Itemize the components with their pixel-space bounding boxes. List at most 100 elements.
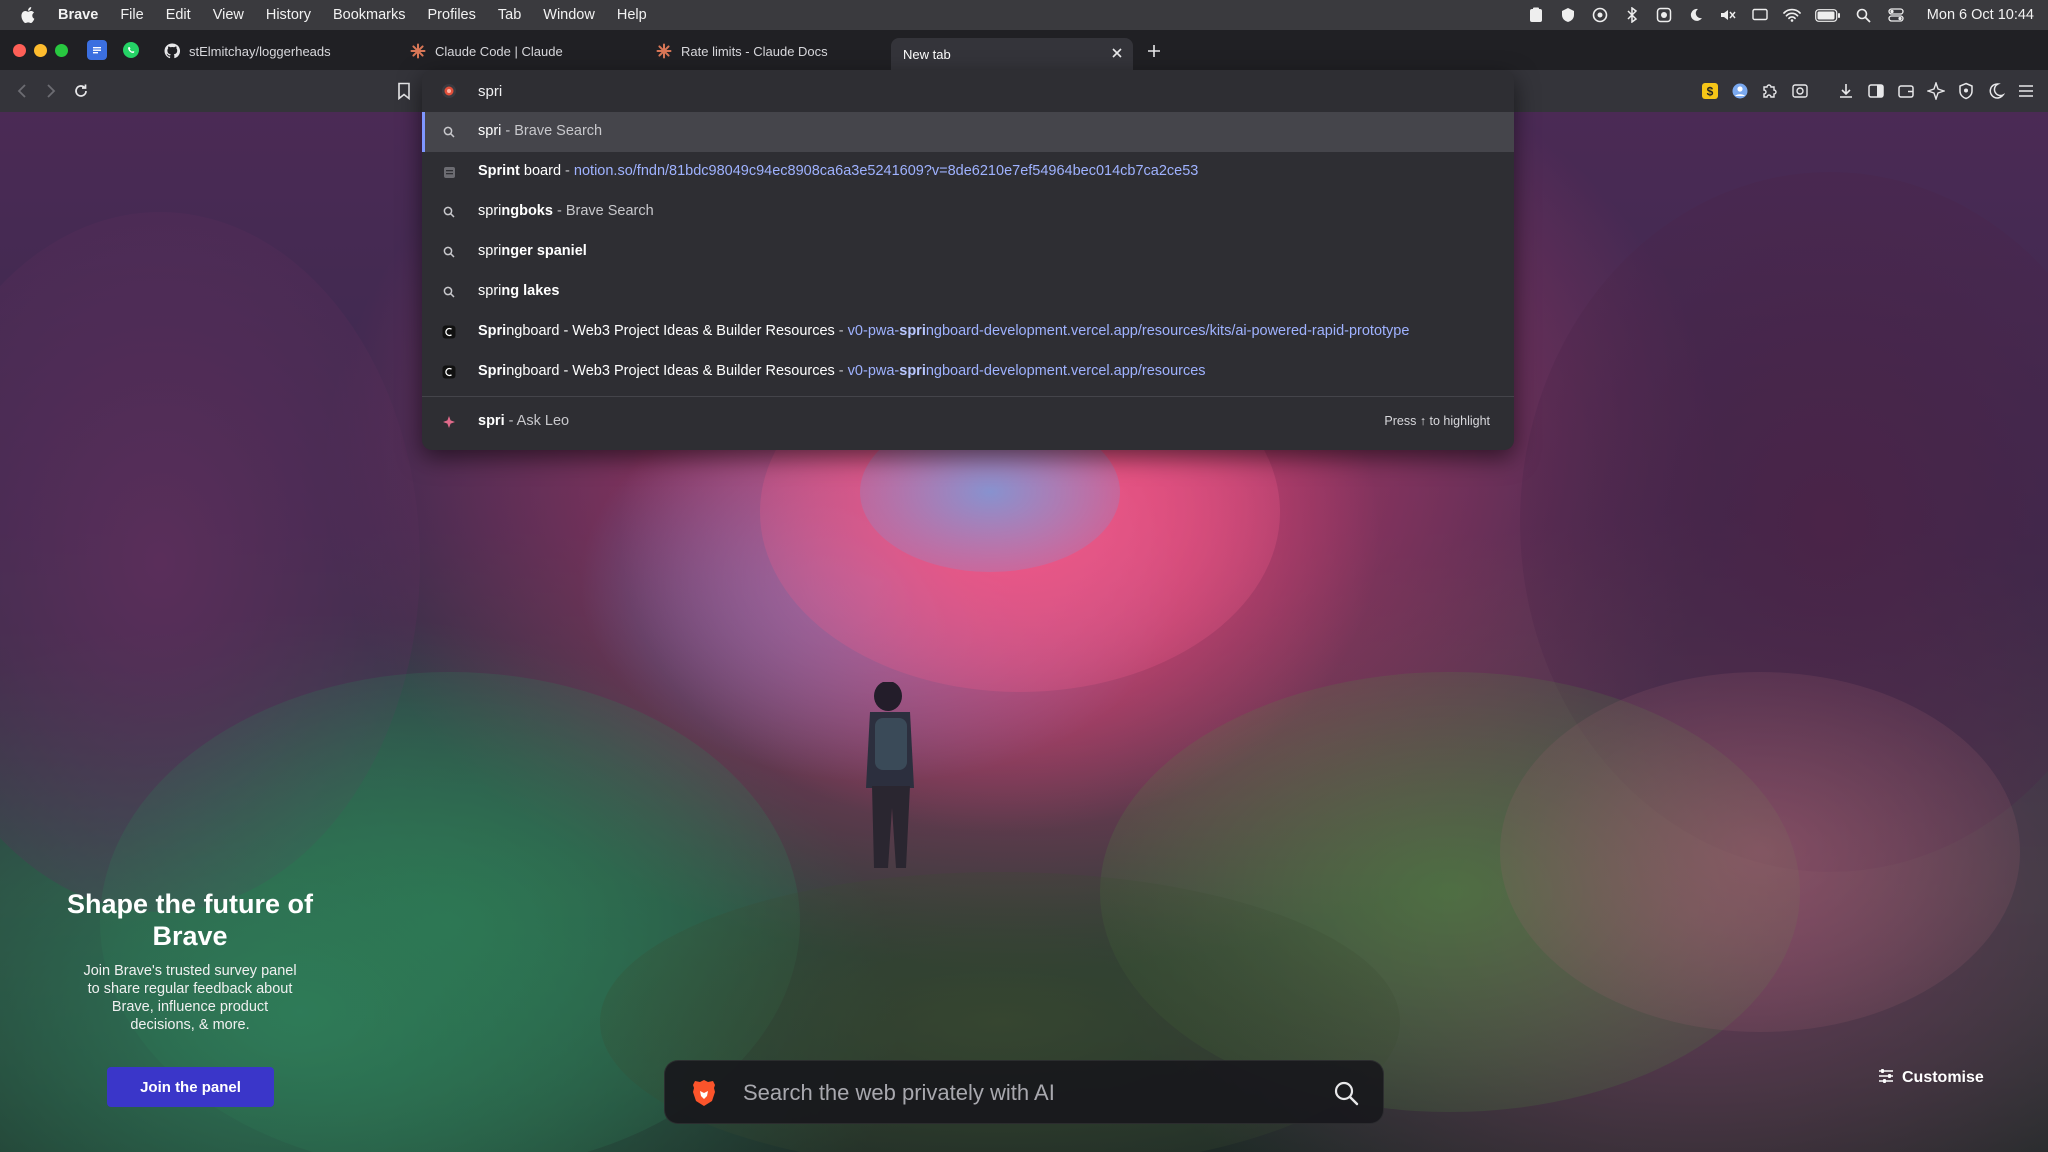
leo-ai-icon[interactable]: [1926, 81, 1946, 101]
suggestion-row[interactable]: Springboard - Web3 Project Ideas & Build…: [422, 312, 1514, 352]
battery-icon[interactable]: [1814, 6, 1841, 24]
new-tab-plus-icon[interactable]: [1143, 40, 1165, 62]
survey-promo-card: Shape the future of Brave Join Brave's t…: [60, 888, 320, 1034]
suggestion-url-match: spri: [899, 323, 926, 339]
zoom-window-button[interactable]: [55, 44, 68, 57]
suggestion-source: - Brave Search: [552, 203, 654, 219]
omnibox-dropdown: spri - Brave Search Sprint board - notio…: [422, 70, 1514, 450]
tab-label: Rate limits - Claude Docs: [681, 43, 828, 59]
suggestion-title-match: Sprint: [478, 163, 520, 179]
extensions-puzzle-icon[interactable]: [1760, 81, 1780, 101]
suggestion-title: ngboard - Web3 Project Ideas & Builder R…: [506, 363, 835, 379]
suggestion-title-match: Spri: [478, 323, 507, 339]
menu-edit[interactable]: Edit: [166, 7, 191, 23]
suggestion-separator: -: [561, 163, 574, 179]
night-mode-icon[interactable]: [1986, 81, 2006, 101]
menu-file[interactable]: File: [120, 7, 143, 23]
ai-search-input[interactable]: [743, 1078, 1303, 1108]
forward-arrow-icon[interactable]: [41, 81, 61, 101]
reload-icon[interactable]: [71, 81, 91, 101]
vpn-icon[interactable]: [1559, 6, 1577, 24]
menu-profiles[interactable]: Profiles: [428, 7, 476, 23]
focus-moon-icon[interactable]: [1687, 6, 1705, 24]
menu-app-brave[interactable]: Brave: [58, 7, 98, 23]
promo-body: Join Brave's trusted survey panel to sha…: [83, 963, 297, 1033]
profile-extension-icon[interactable]: [1730, 81, 1750, 101]
close-window-button[interactable]: [13, 44, 26, 57]
search-icon: [441, 204, 457, 220]
menu-history[interactable]: History: [266, 7, 311, 23]
screen-record-icon[interactable]: [1655, 6, 1673, 24]
vercel-icon: [441, 324, 457, 340]
mute-icon[interactable]: [1719, 6, 1737, 24]
brave-shields-icon[interactable]: [1956, 81, 1976, 101]
suggestion-url-rest: ngboard-development.vercel.app/resources: [925, 363, 1206, 379]
suggestion-separator: -: [834, 323, 848, 339]
tab-strip: stElmitchay/loggerheads Claude Code | Cl…: [0, 30, 2048, 70]
hamburger-menu-icon[interactable]: [2016, 81, 2036, 101]
wallet-icon[interactable]: [1896, 81, 1916, 101]
suggestion-row[interactable]: spring lakes: [422, 272, 1514, 312]
suggestion-url-match: spri: [899, 363, 926, 379]
sliders-icon: [1878, 1068, 1894, 1089]
sidebar-toggle-icon[interactable]: [1866, 81, 1886, 101]
suggestion-row[interactable]: spri - Brave Search: [422, 112, 1514, 152]
suggestion-row[interactable]: springboks - Brave Search: [422, 192, 1514, 232]
back-arrow-icon[interactable]: [12, 81, 32, 101]
menu-tab[interactable]: Tab: [498, 7, 521, 23]
suggestion-divider: [422, 396, 1514, 397]
menu-view[interactable]: View: [213, 7, 244, 23]
claude-icon: [656, 43, 672, 59]
suggestion-row[interactable]: springer spaniel: [422, 232, 1514, 272]
clipboard-icon[interactable]: [1527, 6, 1545, 24]
tab-github[interactable]: stElmitchay/loggerheads: [164, 36, 404, 66]
tab-rate-limits[interactable]: Rate limits - Claude Docs: [656, 36, 896, 66]
tab-label: stElmitchay/loggerheads: [189, 43, 331, 59]
download-icon[interactable]: [1836, 81, 1856, 101]
suggestion-completion: ng lakes: [501, 283, 560, 299]
leo-query: spri: [478, 413, 505, 429]
menu-help[interactable]: Help: [617, 7, 647, 23]
apple-logo-icon[interactable]: [20, 6, 36, 24]
join-panel-button[interactable]: Join the panel: [107, 1067, 274, 1107]
search-icon: [441, 244, 457, 260]
screenshot-icon[interactable]: [1790, 81, 1810, 101]
close-tab-icon[interactable]: [1109, 45, 1125, 61]
wallet-extension-icon[interactable]: $: [1700, 81, 1720, 101]
tab-label: Claude Code | Claude: [435, 43, 563, 59]
bluetooth-icon[interactable]: [1623, 6, 1641, 24]
spotlight-icon[interactable]: [1855, 6, 1873, 24]
suggestion-separator: -: [834, 363, 848, 379]
pinned-tab-whatsapp-icon[interactable]: [121, 40, 141, 60]
address-input[interactable]: [478, 79, 1378, 103]
search-icon: [441, 284, 457, 300]
tab-new-tab[interactable]: New tab: [891, 38, 1133, 70]
suggestion-completion: nger spaniel: [501, 243, 587, 259]
search-icon[interactable]: [1333, 1080, 1359, 1106]
minimize-window-button[interactable]: [34, 44, 47, 57]
pinned-tab-docs-icon[interactable]: [87, 40, 107, 60]
menu-window[interactable]: Window: [543, 7, 595, 23]
suggestion-url-rest: ngboard-development.vercel.app/resources…: [925, 323, 1410, 339]
menubar-clock[interactable]: Mon 6 Oct 10:44: [1927, 7, 2034, 23]
display-icon[interactable]: [1751, 6, 1769, 24]
suggestion-typed: spri: [478, 203, 502, 219]
menu-bookmarks[interactable]: Bookmarks: [333, 7, 406, 23]
suggestion-title: board: [519, 163, 562, 179]
claude-icon: [410, 43, 426, 59]
privacy-icon[interactable]: [1591, 6, 1609, 24]
wifi-icon[interactable]: [1782, 6, 1801, 24]
suggestion-row[interactable]: Springboard - Web3 Project Ideas & Build…: [422, 352, 1514, 392]
vercel-icon: [441, 364, 457, 380]
suggestion-row[interactable]: Sprint board - notion.so/fndn/81bdc98049…: [422, 152, 1514, 192]
ask-leo-row[interactable]: spri - Ask Leo Press ↑ to highlight: [422, 402, 1514, 442]
bookmark-icon[interactable]: [394, 81, 414, 101]
suggestion-title: ngboard - Web3 Project Ideas & Builder R…: [506, 323, 835, 339]
suggestion-typed: spri: [478, 283, 502, 299]
tab-claude-code[interactable]: Claude Code | Claude: [410, 36, 650, 66]
control-center-icon[interactable]: [1887, 6, 1905, 24]
customise-button[interactable]: Customise: [1878, 1066, 1984, 1090]
suggestion-url-prefix: v0-pwa-: [847, 363, 900, 379]
address-bar: [422, 70, 1514, 112]
suggestion-source: - Brave Search: [501, 123, 603, 139]
